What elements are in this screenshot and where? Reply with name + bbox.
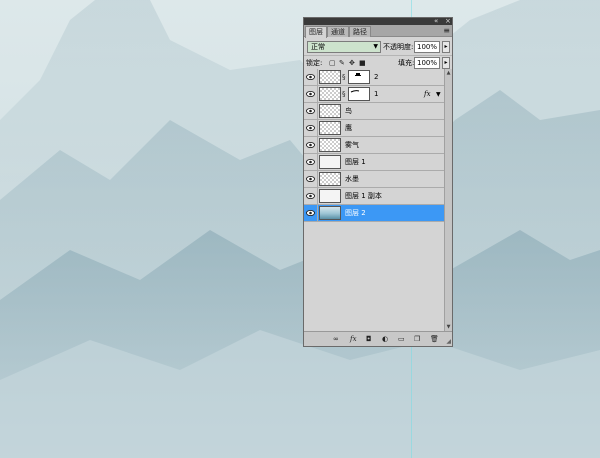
layer-name: 2 (374, 73, 379, 81)
opacity-label: 不透明度: (383, 43, 414, 51)
chevron-down-icon: ▼ (373, 43, 378, 50)
tab-channels[interactable]: 通道 (327, 26, 349, 37)
link-layers-icon[interactable]: ∞ (333, 334, 339, 344)
eye-icon[interactable] (306, 124, 315, 132)
lock-transparent-icon[interactable]: ▢ (329, 58, 336, 68)
layer-mask-thumbnail[interactable] (348, 87, 370, 101)
layer-row-layer-1[interactable]: 图层 1 (304, 154, 444, 171)
lock-position-icon[interactable]: ✥ (349, 58, 355, 68)
new-group-icon[interactable]: ▭ (398, 334, 405, 344)
column-divider (317, 205, 318, 222)
layers-list: § 2 § 1 fx ▼ 鸟 鹰 雾气 图层 1 水墨 图层 1 副本 图层 2 (304, 69, 444, 331)
new-layer-icon[interactable]: ❐ (414, 334, 420, 344)
opacity-input[interactable]: 100% (414, 41, 440, 53)
lock-row: 锁定: ▢ ✎ ✥ ■ 填充: 100% ▸ (304, 55, 452, 69)
layer-name: 1 (374, 90, 379, 98)
eye-icon[interactable] (306, 209, 315, 217)
adjustment-layer-icon[interactable]: ◐ (382, 334, 388, 344)
blend-mode-value: 正常 (311, 43, 325, 51)
layer-thumbnail (319, 70, 341, 84)
layer-name: 鸟 (345, 107, 352, 115)
lock-all-icon[interactable]: ■ (359, 58, 366, 68)
layer-row-layer-1-copy[interactable]: 图层 1 副本 (304, 188, 444, 205)
layer-row-2[interactable]: § 2 (304, 69, 444, 86)
column-divider (317, 137, 318, 154)
add-style-icon[interactable]: fx (350, 334, 357, 344)
layer-name: 鹰 (345, 124, 352, 132)
mask-link-icon[interactable]: § (342, 73, 346, 81)
layer-thumbnail (319, 138, 341, 152)
fill-slider-arrow-icon[interactable]: ▸ (442, 57, 450, 69)
eye-icon[interactable] (306, 141, 315, 149)
layer-thumbnail (319, 121, 341, 135)
layer-mask-thumbnail[interactable] (348, 70, 370, 84)
layer-row-layer-2[interactable]: 图层 2 (304, 205, 444, 222)
blend-mode-select[interactable]: 正常 ▼ (307, 41, 381, 53)
layers-panel: « × 图层 通道 路径 ≡ 正常 ▼ 不透明度: 100% ▸ 锁定: ▢ ✎… (303, 17, 453, 347)
layer-thumbnail (319, 104, 341, 118)
mask-link-icon[interactable]: § (342, 90, 346, 98)
panel-bottom-toolbar: ∞ fx ◘ ◐ ▭ ❐ 🗑 ◢ (304, 331, 452, 346)
layer-effects-badge[interactable]: fx (424, 89, 431, 99)
layer-thumbnail (319, 172, 341, 186)
layer-name: 图层 1 (345, 158, 366, 166)
column-divider (317, 103, 318, 120)
eye-icon[interactable] (306, 175, 315, 183)
resize-grip-icon[interactable]: ◢ (446, 339, 451, 345)
add-mask-icon[interactable]: ◘ (366, 334, 372, 344)
layer-row-ink[interactable]: 水墨 (304, 171, 444, 188)
layer-row-bird[interactable]: 鸟 (304, 103, 444, 120)
eye-icon[interactable] (306, 90, 315, 98)
layer-thumbnail (319, 87, 341, 101)
layer-thumbnail (319, 189, 341, 203)
eye-icon[interactable] (306, 158, 315, 166)
lock-label: 锁定: (306, 59, 323, 67)
fill-label: 填充: (398, 59, 415, 67)
column-divider (317, 86, 318, 103)
column-divider (317, 69, 318, 86)
layer-name: 图层 2 (345, 209, 366, 217)
scroll-down-icon[interactable]: ▼ (445, 323, 452, 331)
fill-input[interactable]: 100% (414, 57, 440, 69)
lock-pixels-icon[interactable]: ✎ (339, 58, 345, 68)
layer-name: 图层 1 副本 (345, 192, 382, 200)
blend-row: 正常 ▼ 不透明度: 100% ▸ (304, 38, 452, 56)
layer-thumbnail (319, 155, 341, 169)
layer-row-mist[interactable]: 雾气 (304, 137, 444, 154)
close-icon[interactable]: × (445, 17, 451, 25)
delete-layer-icon[interactable]: 🗑 (430, 334, 439, 344)
column-divider (317, 154, 318, 171)
opacity-slider-arrow-icon[interactable]: ▸ (442, 41, 450, 53)
layer-name: 水墨 (345, 175, 359, 183)
chevron-down-icon[interactable]: ▼ (436, 90, 441, 99)
column-divider (317, 120, 318, 137)
panel-tab-bar: 图层 通道 路径 ≡ (304, 25, 452, 38)
scroll-up-icon[interactable]: ▲ (445, 69, 452, 77)
layer-row-eagle[interactable]: 鹰 (304, 120, 444, 137)
mountain-landscape-canvas (0, 0, 600, 458)
eye-icon[interactable] (306, 73, 315, 81)
tab-layers[interactable]: 图层 (305, 26, 327, 38)
column-divider (317, 188, 318, 205)
collapse-icon[interactable]: « (434, 17, 438, 25)
layers-scrollbar[interactable]: ▲ ▼ (444, 69, 452, 331)
layer-thumbnail (319, 206, 341, 220)
panel-title-bar[interactable]: « × (304, 17, 452, 25)
eye-icon[interactable] (306, 192, 315, 200)
panel-menu-icon[interactable]: ≡ (443, 26, 450, 36)
column-divider (317, 171, 318, 188)
layer-row-1[interactable]: § 1 fx ▼ (304, 86, 444, 103)
eye-icon[interactable] (306, 107, 315, 115)
tab-paths[interactable]: 路径 (349, 26, 371, 37)
layer-name: 雾气 (345, 141, 359, 149)
